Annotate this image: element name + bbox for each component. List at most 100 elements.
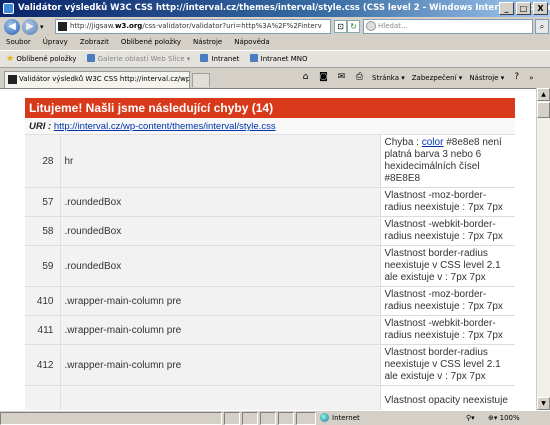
error-message: Vlastnost -webkit-border-radius neexistu… <box>379 315 515 345</box>
status-pane <box>242 412 258 425</box>
errors-table: 28 hr Chyba : color #8e8e8 není platná bar… <box>25 135 515 410</box>
mail-icon[interactable]: ✉ <box>336 72 347 83</box>
favorites-bar: ★ Oblíbené položky Galerie oblastí Web S… <box>0 50 550 68</box>
error-line-number: 410 <box>25 286 60 316</box>
validator-results: Litujeme! Našli jsme následující chyby (… <box>25 98 515 410</box>
uri-link[interactable]: http://interval.cz/wp-content/themes/int… <box>54 121 276 132</box>
more-commands[interactable]: » <box>529 72 533 85</box>
error-message-text: Vlastnost -moz-border-radius neexistuje … <box>384 190 503 213</box>
menu-file[interactable]: Soubor <box>6 36 31 49</box>
error-line-number: 28 <box>25 135 60 188</box>
window-titlebar: Validátor výsledků W3C CSS http://interv… <box>0 0 550 17</box>
favorites-star-icon[interactable]: ★ <box>6 54 14 64</box>
menu-tools[interactable]: Nástroje <box>193 36 222 49</box>
error-message-text: Vlastnost border-radius neexistuje v CSS… <box>384 248 501 283</box>
history-dropdown-icon[interactable]: ▾ <box>40 23 44 31</box>
error-message-text: Vlastnost border-radius neexistuje v CSS… <box>384 347 501 382</box>
tab-active[interactable]: Validátor výsledků W3C CSS http://interv… <box>4 71 190 88</box>
new-tab-button[interactable] <box>192 73 210 87</box>
error-message-text: Vlastnost -webkit-border-radius neexistu… <box>384 219 503 242</box>
errors-heading: Litujeme! Našli jsme následující chyby (… <box>25 98 515 118</box>
close-button[interactable]: X <box>533 2 548 15</box>
status-text-pane <box>0 412 222 425</box>
error-message: Vlastnost -moz-border-radius neexistuje … <box>379 187 515 217</box>
compatibility-view-icon[interactable]: ⊡ <box>334 20 347 33</box>
forward-button[interactable]: ▶ <box>22 19 38 35</box>
scroll-up-button[interactable]: ▲ <box>537 88 550 101</box>
maximize-button[interactable]: □ <box>516 2 531 15</box>
ie-link-icon <box>200 54 209 62</box>
protected-mode-icon[interactable]: ⚲▾ <box>466 411 475 425</box>
error-message: Vlastnost -webkit-border-radius neexistu… <box>379 216 515 246</box>
zoom-level[interactable]: ⊕▾ 100% <box>488 411 520 425</box>
scroll-thumb[interactable] <box>537 102 550 118</box>
error-line-number: 411 <box>25 315 60 345</box>
error-context: .roundedBox <box>59 245 380 287</box>
command-bar: ⌂ ◙ ✉ ⎙ Stránka ▾ Zabezpečení ▾ Nástroje… <box>300 72 534 85</box>
favorite-web-slice[interactable]: Galerie oblastí Web Slice ▾ <box>86 54 190 63</box>
ie-link-icon <box>249 54 258 62</box>
status-bar: Internet ⚲▾ ⊕▾ 100% <box>0 410 550 425</box>
security-zone[interactable]: Internet <box>320 411 360 425</box>
property-link[interactable]: color <box>422 137 444 148</box>
error-message: Vlastnost border-radius neexistuje v CSS… <box>379 245 515 287</box>
page-menu[interactable]: Stránka ▾ <box>372 72 405 85</box>
back-button[interactable]: ◀ <box>4 19 20 35</box>
error-line-number: 412 <box>25 344 60 386</box>
favorite-intranet-mno[interactable]: Intranet MNO <box>249 54 308 63</box>
search-provider-icon <box>366 21 376 31</box>
error-line-number <box>25 385 60 410</box>
error-row: 28 hr Chyba : color #8e8e8 není platná bar… <box>25 135 515 188</box>
refresh-icon[interactable]: ↻ <box>347 20 360 33</box>
internet-globe-icon <box>320 413 329 422</box>
status-pane <box>224 412 240 425</box>
error-row: 412 .wrapper-main-column pre Vlastnost bor… <box>25 344 515 386</box>
favorites-label[interactable]: Oblíbené položky <box>16 55 76 63</box>
error-message: Vlastnost border-radius neexistuje v CSS… <box>379 344 515 386</box>
menu-help[interactable]: Nápověda <box>234 36 269 49</box>
status-pane <box>278 412 294 425</box>
menu-bar: Soubor Úpravy Zobrazit Oblíbené položky … <box>0 36 550 49</box>
error-row: 410 .wrapper-main-column pre Vlastnost -mo… <box>25 286 515 316</box>
search-input[interactable]: Hledat... <box>363 19 533 34</box>
zoom-icon: ⊕▾ <box>488 414 500 422</box>
menu-favorites[interactable]: Oblíbené položky <box>121 36 181 49</box>
error-context: .wrapper-main-column pre <box>59 315 380 345</box>
error-line-number: 58 <box>25 216 60 246</box>
feeds-icon[interactable]: ◙ <box>318 72 329 83</box>
safety-menu[interactable]: Zabezpečení ▾ <box>412 72 463 85</box>
page-viewport: Litujeme! Našli jsme následující chyby (… <box>0 88 536 410</box>
window-title: Validátor výsledků W3C CSS http://interv… <box>18 3 550 13</box>
home-icon[interactable]: ⌂ <box>300 72 311 83</box>
scroll-down-button[interactable]: ▼ <box>537 397 550 410</box>
error-context: hr <box>59 135 380 188</box>
w3c-favicon-icon <box>8 75 17 84</box>
tab-bar: Validátor výsledků W3C CSS http://interv… <box>0 69 550 88</box>
error-context: .wrapper-main-column pre <box>59 286 380 316</box>
error-line-number: 59 <box>25 245 60 287</box>
uri-line: URI : http://interval.cz/wp-content/them… <box>25 118 515 135</box>
menu-view[interactable]: Zobrazit <box>80 36 109 49</box>
vertical-scrollbar[interactable]: ▲ ▼ <box>536 88 550 410</box>
status-pane <box>260 412 276 425</box>
error-message: Chyba : color #8e8e8 není platná barva 3… <box>379 135 515 188</box>
error-context <box>59 385 380 410</box>
uri-label: URI : <box>29 121 52 132</box>
search-button[interactable]: ⌕ <box>535 19 549 34</box>
error-message: Vlastnost -moz-border-radius neexistuje … <box>379 286 515 316</box>
error-row: 411 .wrapper-main-column pre Vlastnost -we… <box>25 315 515 345</box>
error-line-number: 57 <box>25 187 60 217</box>
menu-edit[interactable]: Úpravy <box>43 36 68 49</box>
url-input[interactable]: http://jigsaw.w3.org/css-validator/valid… <box>55 19 331 34</box>
error-row: 58 .roundedBox Vlastnost -webkit-border-ra… <box>25 216 515 246</box>
tools-menu[interactable]: Nástroje ▾ <box>469 72 504 85</box>
status-pane <box>296 412 316 425</box>
error-row: 59 .roundedBox Vlastnost border-radius nee… <box>25 245 515 287</box>
error-row: 57 .roundedBox Vlastnost -moz-border-radiu… <box>25 187 515 217</box>
print-icon[interactable]: ⎙ <box>354 72 365 83</box>
error-message-text: Chyba : <box>384 137 422 148</box>
minimize-button[interactable]: _ <box>499 2 514 15</box>
help-icon[interactable]: ? <box>511 72 522 83</box>
address-bar: ◀ ▶ ▾ http://jigsaw.w3.org/css-validator… <box>0 17 550 36</box>
favorite-intranet[interactable]: Intranet <box>200 54 239 63</box>
